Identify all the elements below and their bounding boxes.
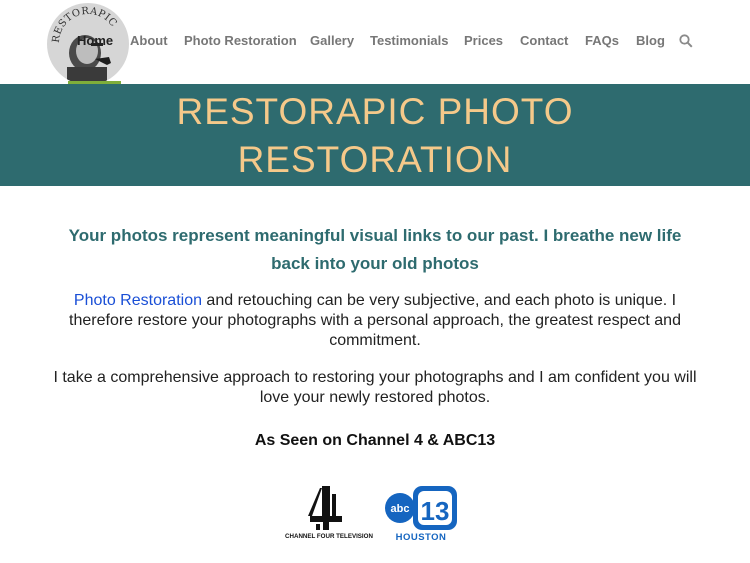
- abc-logo-number: 13: [421, 496, 450, 526]
- abc-logo-text: abc: [391, 503, 410, 515]
- as-seen-on-heading: As Seen on Channel 4 & ABC13: [254, 432, 496, 449]
- site-header: RESTORAPIC Home About Photo Restoration …: [0, 0, 750, 85]
- nav-home[interactable]: Home: [77, 33, 113, 48]
- tagline: Your photos represent meaningful visual …: [40, 222, 710, 278]
- abc-logo-city: HOUSTON: [396, 532, 447, 543]
- abc13-houston-logo: abc 13 HOUSTON: [385, 486, 457, 543]
- search-icon[interactable]: [679, 34, 693, 48]
- nav-blog[interactable]: Blog: [636, 33, 665, 48]
- photo-restoration-link[interactable]: Photo Restoration: [74, 292, 202, 309]
- intro-paragraph: Photo Restoration and retouching can be …: [50, 291, 700, 351]
- channel-4-logo: CHANNEL FOUR TELEVISION: [285, 486, 373, 540]
- nav-about[interactable]: About: [130, 33, 168, 48]
- nav-gallery[interactable]: Gallery: [310, 33, 354, 48]
- page-title-line1: RESTORAPIC PHOTO: [176, 91, 574, 132]
- channel-4-caption: CHANNEL FOUR TELEVISION: [285, 533, 373, 540]
- nav-faqs[interactable]: FAQs: [585, 33, 619, 48]
- nav-photo-restoration[interactable]: Photo Restoration: [184, 33, 297, 48]
- tagline-line2: back into your old photos: [271, 254, 479, 273]
- nav-contact[interactable]: Contact: [520, 33, 568, 48]
- approach-paragraph: I take a comprehensive approach to resto…: [53, 369, 697, 406]
- page-title-line2: RESTORATION: [237, 139, 513, 180]
- nav-prices[interactable]: Prices: [464, 33, 503, 48]
- page-title: RESTORAPIC PHOTO RESTORATION: [0, 88, 750, 184]
- main-nav: Home About Photo Restoration Gallery Tes…: [0, 0, 750, 84]
- tagline-line1: Your photos represent meaningful visual …: [68, 226, 682, 245]
- nav-testimonials[interactable]: Testimonials: [370, 33, 449, 48]
